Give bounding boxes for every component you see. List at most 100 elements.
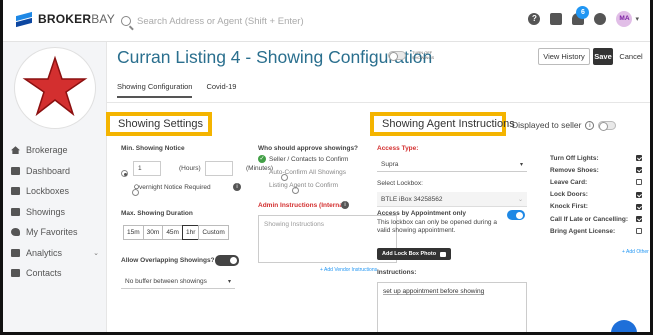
hours-input[interactable]: 1 — [133, 161, 161, 176]
add-lockbox-photo-button[interactable]: Add Lock Box Photo — [377, 248, 452, 260]
divider — [107, 102, 650, 103]
checklist-checkbox[interactable] — [636, 203, 642, 210]
overlap-label: Allow Overlapping Showings? — [121, 257, 215, 264]
chevron-down-icon[interactable]: ▾ — [635, 15, 639, 23]
sidebar-item-analytics[interactable]: Analytics ⌄ — [3, 243, 105, 264]
dashboard-icon — [11, 166, 20, 175]
logo-text: BROKERBAY — [38, 12, 115, 26]
info-icon[interactable]: i — [233, 183, 241, 191]
heart-icon — [11, 228, 20, 237]
lockbox-value: BTLE iBox 34258562 — [381, 195, 443, 203]
chat-icon[interactable] — [594, 13, 607, 25]
lock-icon — [11, 187, 20, 196]
help-icon[interactable]: ? — [528, 13, 541, 25]
avatar[interactable]: MA — [616, 11, 633, 27]
minutes-input[interactable] — [205, 161, 233, 176]
select-lockbox-label: Select Lockbox: — [377, 180, 423, 187]
turn-off-showings-toggle[interactable] — [388, 50, 406, 61]
checklist-checkbox[interactable] — [636, 191, 642, 198]
chevron-down-icon: ▾ — [227, 278, 231, 285]
save-button[interactable]: Save — [593, 48, 613, 65]
approval-option-auto[interactable]: Auto-Confirm All Showings — [269, 169, 346, 176]
checklist-row: Call If Late or Cancelling: — [550, 213, 642, 225]
duration-option-custom[interactable]: Custom — [198, 225, 229, 240]
sidebar-item-label: Lockboxes — [26, 186, 70, 197]
topbar-icons: ? 6 MA ▾ — [528, 6, 639, 27]
duration-option-30m[interactable]: 30m — [142, 225, 164, 240]
top-bar: BROKERBAY Search Address or Agent (Shift… — [3, 0, 650, 42]
notification-badge: 6 — [576, 6, 590, 19]
checklist-label: Bring Agent License: — [550, 227, 616, 235]
checklist-row: Knock First: — [550, 201, 642, 213]
checklist-checkbox[interactable] — [636, 179, 642, 186]
min-notice-label: Min. Showing Notice — [121, 145, 185, 152]
home-icon — [11, 146, 20, 155]
sidebar-item-showings[interactable]: Showings — [3, 202, 105, 223]
checklist-row: Lock Doors: — [550, 189, 642, 201]
appointment-only-description: This lockbox can only be opened during a… — [377, 219, 497, 234]
info-icon[interactable]: i — [585, 120, 595, 130]
displayed-to-seller: Displayed to seller i — [512, 120, 617, 131]
add-lockbox-photo-label: Add Lock Box Photo — [382, 251, 437, 257]
checklist-checkbox[interactable] — [636, 216, 642, 223]
sidebar-item-contacts[interactable]: Contacts — [3, 263, 105, 284]
star-logo-icon — [22, 55, 88, 117]
checklist-row: Remove Shoes: — [550, 164, 642, 176]
access-type-select[interactable]: Supra ▾ — [377, 157, 527, 172]
add-vendor-instructions-link[interactable]: + Add Vendor Instructions — [320, 267, 377, 273]
bar-chart-icon — [11, 248, 20, 257]
checklist-checkbox[interactable] — [636, 167, 642, 174]
checklist-checkbox[interactable] — [636, 155, 642, 162]
duration-option-1hr[interactable]: 1hr — [181, 225, 200, 240]
buffer-select[interactable]: No buffer between showings ▾ — [121, 274, 235, 289]
admin-instructions-label: Admin Instructions (Internal) — [258, 202, 347, 209]
sidebar-item-label: Showings — [26, 206, 66, 217]
search-input[interactable]: Search Address or Agent (Shift + Enter) — [137, 16, 304, 27]
overlap-toggle[interactable] — [215, 255, 239, 266]
approval-option-seller[interactable]: Seller / Contacts to Confirm — [269, 156, 348, 163]
add-other-link[interactable]: + Add Other — [622, 249, 649, 255]
agent-checklist: Turn Off Lights: Remove Shoes: Leave Card:… — [550, 152, 642, 237]
sidebar-item-label: Contacts — [26, 268, 62, 279]
tab-showing-configuration[interactable]: Showing Configuration — [117, 82, 193, 98]
checklist-label: Leave Card: — [550, 178, 588, 186]
turn-off-showings: TURN OFF SHOWINGS — [388, 50, 452, 61]
sidebar-item-label: Brokerage — [26, 145, 68, 156]
checklist-checkbox[interactable] — [636, 228, 642, 235]
search-bar[interactable]: Search Address or Agent (Shift + Enter) — [121, 10, 421, 32]
checklist-label: Remove Shoes: — [550, 166, 599, 174]
view-history-button[interactable]: View History — [538, 48, 590, 65]
turn-off-showings-label: TURN OFF SHOWINGS — [412, 50, 435, 60]
displayed-to-seller-label: Displayed to seller — [512, 120, 582, 130]
sidebar-item-lockboxes[interactable]: Lockboxes — [3, 181, 105, 202]
check-circle-icon[interactable]: ✓ — [258, 155, 266, 163]
checklist-row: Leave Card: — [550, 176, 642, 188]
bell-icon[interactable]: 6 — [572, 6, 590, 25]
profile-image — [15, 48, 95, 128]
cancel-button[interactable]: Cancel — [616, 48, 646, 65]
lockbox-select[interactable]: BTLE iBox 34258562 ⌄ — [377, 192, 527, 207]
sidebar-item-dashboard[interactable]: Dashboard — [3, 161, 105, 182]
folder-icon[interactable] — [550, 13, 563, 25]
duration-option-15m[interactable]: 15m — [123, 225, 144, 240]
chevron-down-icon: ▾ — [519, 161, 523, 168]
tab-covid-19[interactable]: Covid-19 — [206, 82, 236, 98]
app-frame: BROKERBAY Search Address or Agent (Shift… — [0, 0, 653, 335]
agent-instructions-textarea[interactable]: set up appointment before showing — [377, 282, 527, 332]
approval-label: Who should approve showings? — [258, 145, 359, 152]
instructions-label: Instructions: — [377, 269, 417, 276]
chevron-down-icon: ⌄ — [93, 249, 99, 257]
sidebar-item-favorites[interactable]: My Favorites — [3, 222, 105, 243]
min-notice-radio[interactable] — [121, 170, 128, 178]
displayed-to-seller-toggle[interactable] — [598, 120, 617, 131]
appointment-only-toggle[interactable] — [507, 210, 525, 220]
agent-instructions-header: Showing Agent Instructions — [370, 112, 515, 136]
sidebar-item-brokerage[interactable]: Brokerage — [3, 140, 105, 161]
info-icon[interactable]: i — [341, 201, 349, 209]
sidebar-item-label: My Favorites — [26, 227, 78, 238]
duration-segmented-control: 15m 30m 45m 1hr Custom — [123, 225, 229, 240]
max-duration-label: Max. Showing Duration — [121, 210, 193, 217]
brokerbay-logo[interactable]: BROKERBAY — [16, 12, 115, 26]
approval-option-agent[interactable]: Listing Agent to Confirm — [269, 182, 338, 189]
duration-option-45m[interactable]: 45m — [162, 225, 183, 240]
